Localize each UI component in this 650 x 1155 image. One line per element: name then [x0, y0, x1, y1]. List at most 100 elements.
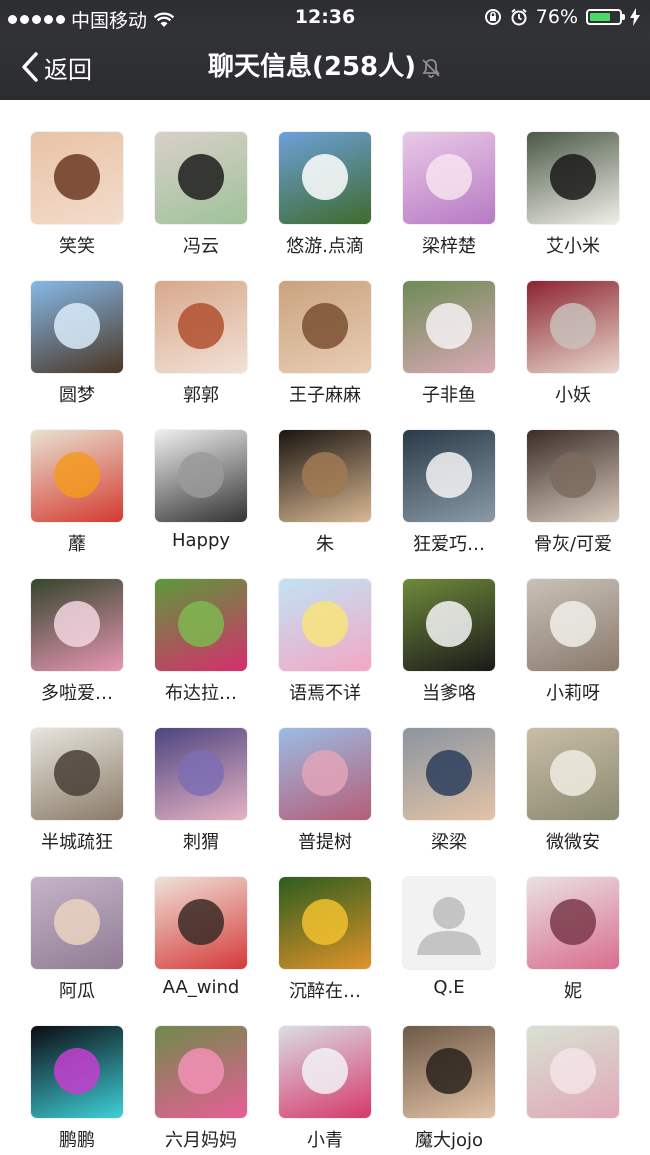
member-name: 鹏鹏 [59, 1130, 95, 1151]
member-name: 笑笑 [59, 236, 95, 257]
member-item[interactable]: 悠游.点滴 [263, 132, 387, 258]
member-item[interactable]: Q.E [387, 877, 511, 998]
avatar [31, 430, 123, 522]
page-title: 聊天信息(258人) [0, 34, 650, 100]
member-name: 梁梁 [431, 832, 467, 853]
status-right: 76% [484, 6, 640, 28]
avatar [403, 132, 495, 224]
member-item[interactable]: 圆梦 [15, 281, 139, 407]
member-item[interactable]: 魔大jojo [387, 1026, 511, 1152]
member-name: 骨灰/可爱 [533, 534, 613, 555]
member-item[interactable]: 郭郭 [139, 281, 263, 407]
member-name: 多啦爱… [41, 683, 113, 704]
member-item[interactable]: 梁梁 [387, 728, 511, 854]
avatar [279, 1026, 371, 1118]
member-item[interactable]: 阿瓜 [15, 877, 139, 1003]
avatar [403, 281, 495, 373]
member-item[interactable]: 蘼 [15, 430, 139, 556]
avatar [155, 430, 247, 522]
charging-icon [630, 8, 640, 26]
navigation-bar: 返回 聊天信息(258人) [0, 34, 650, 100]
avatar [31, 579, 123, 671]
member-name: 普提树 [298, 832, 352, 853]
member-item[interactable]: Happy [139, 430, 263, 551]
avatar [403, 728, 495, 820]
avatar [31, 877, 123, 969]
battery-icon [586, 9, 625, 25]
avatar [31, 132, 123, 224]
member-name: 王子麻麻 [289, 385, 361, 406]
member-name: 圆梦 [59, 385, 95, 406]
mute-bell-icon [422, 58, 440, 78]
member-item[interactable]: 艾小米 [511, 132, 635, 258]
rotation-lock-icon [484, 9, 501, 25]
avatar [527, 579, 619, 671]
member-name: 小妖 [555, 385, 591, 406]
avatar [279, 877, 371, 969]
member-name: 当爹咯 [422, 683, 476, 704]
member-item[interactable]: 布达拉… [139, 579, 263, 705]
avatar [279, 281, 371, 373]
member-item[interactable] [511, 1026, 635, 1126]
member-item[interactable]: 子非鱼 [387, 281, 511, 407]
avatar [527, 430, 619, 522]
member-item[interactable]: 微微安 [511, 728, 635, 854]
alarm-icon [511, 8, 527, 26]
avatar [403, 579, 495, 671]
avatar [31, 728, 123, 820]
member-item[interactable]: AA_wind [139, 877, 263, 998]
member-name: 语焉不详 [289, 683, 361, 704]
member-item[interactable]: 朱 [263, 430, 387, 556]
status-bar: 中国移动 12:36 76% [0, 0, 650, 34]
avatar [527, 728, 619, 820]
member-name: 悠游.点滴 [286, 236, 364, 257]
member-item[interactable]: 王子麻麻 [263, 281, 387, 407]
member-item[interactable]: 冯云 [139, 132, 263, 258]
member-item[interactable]: 小妖 [511, 281, 635, 407]
member-name: 魔大jojo [414, 1130, 484, 1151]
member-item[interactable]: 小青 [263, 1026, 387, 1152]
avatar [279, 132, 371, 224]
member-name: Q.E [433, 977, 465, 998]
member-name: 朱 [316, 534, 334, 555]
member-item[interactable]: 骨灰/可爱 [511, 430, 635, 556]
member-name: 微微安 [546, 832, 600, 853]
member-name: 半城疏狂 [41, 832, 113, 853]
member-item[interactable]: 妮 [511, 877, 635, 1003]
page-title-text: 聊天信息(258人) [207, 52, 417, 82]
member-name: 布达拉… [165, 683, 237, 704]
member-item[interactable]: 当爹咯 [387, 579, 511, 705]
member-item[interactable]: 半城疏狂 [15, 728, 139, 854]
avatar [279, 728, 371, 820]
member-item[interactable]: 小莉呀 [511, 579, 635, 705]
avatar [155, 728, 247, 820]
member-name: 沉醉在… [289, 981, 361, 1002]
avatar [527, 877, 619, 969]
avatar [279, 430, 371, 522]
member-item[interactable]: 狂爱巧… [387, 430, 511, 556]
member-item[interactable]: 鹏鹏 [15, 1026, 139, 1152]
avatar [155, 877, 247, 969]
avatar [155, 579, 247, 671]
member-name: 阿瓜 [59, 981, 95, 1002]
member-item[interactable]: 普提树 [263, 728, 387, 854]
member-name: 冯云 [183, 236, 219, 257]
member-name: 狂爱巧… [413, 534, 485, 555]
member-item[interactable]: 沉醉在… [263, 877, 387, 1003]
member-item[interactable]: 六月妈妈 [139, 1026, 263, 1152]
member-name: 子非鱼 [422, 385, 476, 406]
avatar [31, 1026, 123, 1118]
member-item[interactable]: 笑笑 [15, 132, 139, 258]
member-name: Happy [171, 530, 231, 551]
member-item[interactable]: 刺猬 [139, 728, 263, 854]
member-name: 郭郭 [183, 385, 219, 406]
member-name: 六月妈妈 [165, 1130, 237, 1151]
member-name: 梁梓楚 [422, 236, 476, 257]
member-item[interactable]: 多啦爱… [15, 579, 139, 705]
member-item[interactable]: 梁梓楚 [387, 132, 511, 258]
avatar [155, 281, 247, 373]
member-item[interactable]: 语焉不详 [263, 579, 387, 705]
member-name: 刺猬 [183, 832, 219, 853]
member-name: 小青 [307, 1130, 343, 1151]
member-name: 艾小米 [546, 236, 600, 257]
